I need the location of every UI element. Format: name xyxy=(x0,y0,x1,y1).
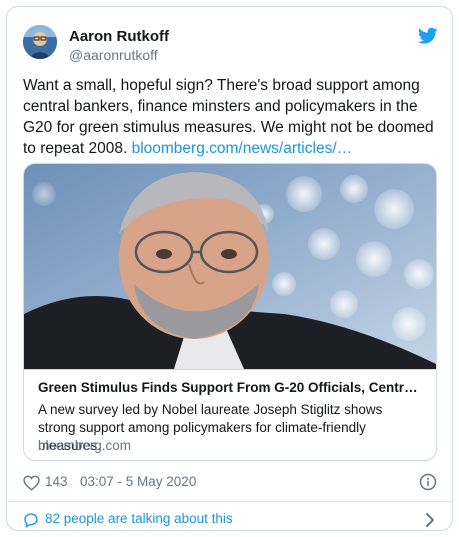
conversation-count[interactable]: 82 people are talking about this xyxy=(45,511,233,526)
tweet-link[interactable]: bloomberg.com/news/articles/… xyxy=(132,140,353,157)
like-count[interactable]: 143 xyxy=(45,474,68,489)
link-card-title[interactable]: Green Stimulus Finds Support From G-20 O… xyxy=(38,380,423,395)
speech-bubble-icon xyxy=(24,513,38,528)
article-photo xyxy=(24,164,436,369)
twitter-bird-icon[interactable] xyxy=(418,27,438,45)
link-preview-card[interactable]: Green Stimulus Finds Support From G-20 O… xyxy=(23,163,437,461)
tweet-card: Aaron Rutkoff @aaronrutkoff Want a small… xyxy=(6,6,453,531)
link-card-text: Green Stimulus Finds Support From G-20 O… xyxy=(24,369,436,460)
info-icon[interactable] xyxy=(419,473,437,491)
author-name[interactable]: Aaron Rutkoff xyxy=(69,28,169,45)
link-card-domain: bloomberg.com xyxy=(38,438,132,453)
divider xyxy=(7,501,452,502)
tweet-meta: 143 03:07 - 5 May 2020 xyxy=(23,473,437,493)
tweet-timestamp[interactable]: 03:07 - 5 May 2020 xyxy=(80,474,196,489)
avatar[interactable] xyxy=(23,25,57,59)
tweet-body: Want a small, hopeful sign? There's broa… xyxy=(23,75,435,159)
heart-icon[interactable] xyxy=(23,475,40,491)
conversation-link[interactable]: 82 people are talking about this xyxy=(23,510,437,530)
chevron-right-icon[interactable] xyxy=(425,512,435,528)
author-handle[interactable]: @aaronrutkoff xyxy=(69,47,158,63)
tweet-header: Aaron Rutkoff @aaronrutkoff xyxy=(23,25,438,69)
